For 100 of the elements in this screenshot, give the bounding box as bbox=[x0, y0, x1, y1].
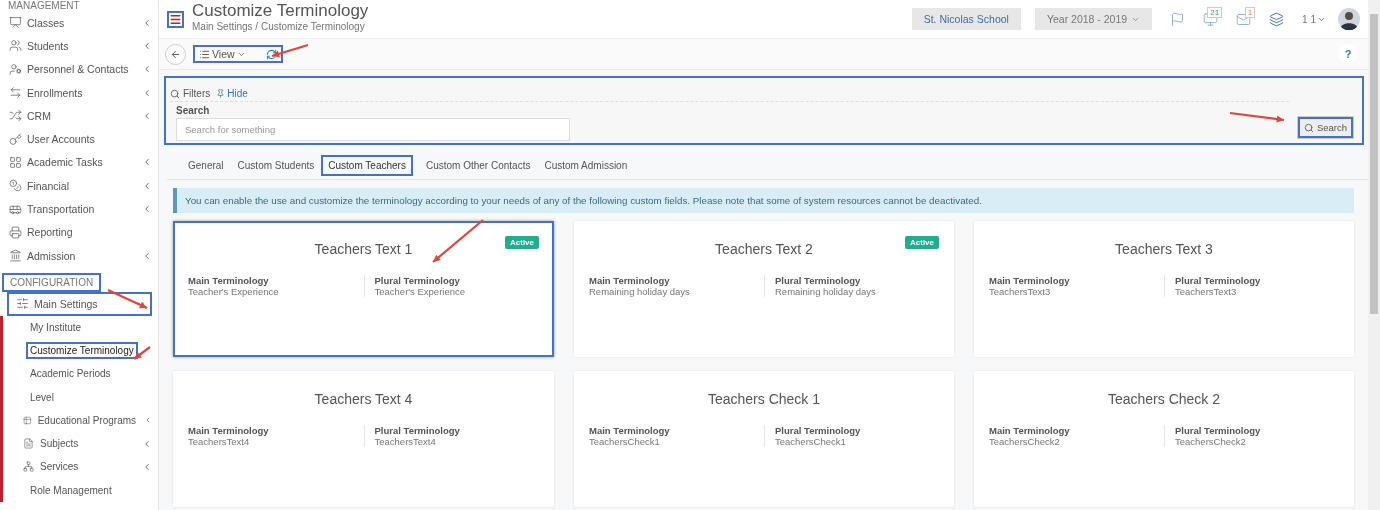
tab[interactable]: Custom Students bbox=[230, 155, 322, 176]
sidebar-item[interactable]: Classes bbox=[0, 11, 158, 35]
menu-item-icon bbox=[9, 39, 22, 53]
sidebar-item[interactable]: Financial bbox=[0, 174, 158, 198]
tab[interactable]: Custom Admission bbox=[537, 155, 635, 176]
menu-item-icon bbox=[9, 249, 22, 263]
menu-item-icon bbox=[9, 109, 22, 123]
sidebar-item[interactable]: Enrollments bbox=[0, 80, 158, 105]
sidebar-item[interactable]: Transportation bbox=[0, 197, 158, 221]
chevron-left-icon bbox=[142, 64, 152, 75]
sidebar-item[interactable]: CRM bbox=[0, 104, 158, 128]
section-title: MANAGEMENT bbox=[7, 0, 81, 11]
submenu-item[interactable]: Customize Terminology bbox=[26, 342, 138, 359]
list-icon bbox=[199, 48, 210, 60]
menu-item-icon bbox=[9, 225, 22, 239]
menu-item-icon bbox=[9, 179, 22, 193]
menu-item-icon bbox=[16, 297, 29, 311]
submenu-item[interactable]: Academic Periods bbox=[26, 365, 115, 383]
school-button[interactable]: St. Nicolas School bbox=[911, 8, 1021, 30]
chevron-left-icon bbox=[142, 180, 152, 191]
field-value: TeachersText3 bbox=[989, 286, 1052, 297]
sidebar-item[interactable]: Academic Tasks bbox=[0, 150, 158, 175]
terminology-card[interactable]: Teachers Text 1 Active Main Terminology Teacher's Experience Plural Terminology Teacher's Experience bbox=[173, 221, 554, 357]
field-label: Main Terminology bbox=[989, 425, 1071, 436]
arrow-annotation bbox=[1229, 111, 1285, 123]
sidebar-item[interactable]: User Accounts bbox=[0, 127, 158, 151]
terminology-card[interactable]: Teachers Text 3 Main Terminology TeachersText3 Plural Terminology TeachersText3 bbox=[974, 221, 1354, 357]
arrow-annotation bbox=[432, 219, 484, 263]
chevron-left-icon bbox=[142, 110, 152, 121]
terminology-card[interactable]: Teachers Text 2 Active Main Terminology Remaining holiday days Plural Terminology Remaining holiday days bbox=[574, 221, 954, 357]
field-value: Teacher's Experience bbox=[188, 286, 280, 297]
card-title: Teachers Text 4 bbox=[314, 391, 413, 407]
submenu-item[interactable]: Role Management bbox=[26, 481, 116, 499]
breadcrumb: Main Settings / Customize Terminology bbox=[192, 20, 366, 32]
sidebar-item[interactable]: Students bbox=[0, 34, 158, 58]
field-value: Teacher's Experience bbox=[374, 286, 467, 297]
field-label: Plural Terminology bbox=[1175, 275, 1262, 286]
menu-item-icon bbox=[9, 132, 22, 146]
terminology-card[interactable]: Teachers Check 2 Main Terminology TeachersCheck2 Plural Terminology TeachersCheck2 bbox=[974, 371, 1354, 507]
user-menu[interactable]: 1 1 bbox=[1302, 13, 1326, 25]
card-title: Teachers Check 1 bbox=[707, 391, 821, 407]
sidebar-item[interactable]: Admission bbox=[0, 243, 158, 268]
field-label: Main Terminology bbox=[188, 425, 270, 436]
tab[interactable]: Custom Teachers bbox=[321, 155, 413, 176]
pin-icon bbox=[216, 89, 226, 98]
status-badge: Active bbox=[505, 236, 539, 249]
menu-item-icon bbox=[9, 62, 22, 76]
arrow-annotation bbox=[107, 289, 148, 309]
info-message: You can enable the use and customize the terminology according to your needs of any of the following custom fields. Please note that some of system resources cannot be deactivated. bbox=[173, 188, 1354, 213]
menu-item-icon bbox=[9, 86, 22, 100]
chevron-left-icon bbox=[142, 40, 152, 51]
field-label: Main Terminology bbox=[188, 275, 270, 286]
field-value: TeachersCheck1 bbox=[589, 436, 661, 447]
view-button[interactable]: View bbox=[199, 48, 246, 60]
sidebar-item[interactable]: Main Settings bbox=[7, 292, 152, 316]
search-field[interactable]: Search for something bbox=[176, 118, 570, 141]
field-label: Plural Terminology bbox=[775, 275, 862, 286]
chevron-left-icon bbox=[142, 157, 152, 168]
terminology-card[interactable]: Teachers Text 4 Main Terminology TeachersText4 Plural Terminology TeachersText4 bbox=[173, 371, 554, 507]
menu-button[interactable] bbox=[167, 10, 184, 28]
submenu-item[interactable]: Services bbox=[36, 458, 83, 476]
field-label: Plural Terminology bbox=[374, 275, 461, 286]
layers-icon[interactable] bbox=[1269, 11, 1285, 27]
submenu-item[interactable]: Subjects bbox=[36, 435, 83, 453]
field-label: Main Terminology bbox=[589, 275, 671, 286]
card-title: Teachers Text 3 bbox=[1115, 241, 1213, 257]
sidebar-item[interactable]: Personnel & Contacts bbox=[0, 57, 158, 81]
field-value: TeachersCheck2 bbox=[989, 436, 1061, 447]
section-title: CONFIGURATION bbox=[2, 273, 102, 293]
submenu-item[interactable]: Educational Programs bbox=[33, 411, 141, 429]
tab[interactable]: General bbox=[181, 155, 231, 176]
chevron-left-icon bbox=[142, 462, 152, 472]
submenu-item-icon bbox=[23, 461, 34, 473]
card-title: Teachers Check 2 bbox=[1107, 391, 1221, 407]
arrow-annotation bbox=[133, 346, 151, 360]
search-button[interactable]: Search bbox=[1296, 116, 1354, 139]
avatar[interactable] bbox=[1338, 8, 1360, 30]
card-title: Teachers Text 1 bbox=[314, 241, 413, 257]
field-value: TeachersText4 bbox=[374, 436, 437, 447]
hide-link[interactable]: Hide bbox=[216, 88, 248, 99]
menu-item-icon bbox=[9, 16, 22, 30]
help-button[interactable]: ? bbox=[1338, 44, 1358, 64]
message-count: 1 bbox=[1244, 6, 1256, 18]
submenu-item[interactable]: Level bbox=[26, 388, 58, 406]
submenu-item[interactable]: My Institute bbox=[26, 318, 86, 336]
chevron-left-icon bbox=[142, 17, 152, 28]
field-label: Main Terminology bbox=[589, 425, 671, 436]
year-dropdown[interactable]: Year 2018 - 2019 bbox=[1034, 8, 1153, 30]
flag-icon[interactable] bbox=[1170, 11, 1186, 27]
scrollbar[interactable] bbox=[1368, 0, 1380, 510]
arrow-left-icon bbox=[170, 48, 181, 60]
sidebar-item[interactable]: Reporting bbox=[0, 220, 158, 244]
search-icon bbox=[1303, 122, 1314, 133]
chevron-left-icon bbox=[142, 250, 152, 261]
back-button[interactable] bbox=[165, 43, 186, 65]
field-label: Search bbox=[176, 105, 211, 116]
refresh-icon[interactable] bbox=[265, 48, 277, 60]
menu-item-icon bbox=[9, 155, 22, 169]
terminology-card[interactable]: Teachers Check 1 Main Terminology TeachersCheck1 Plural Terminology TeachersCheck1 bbox=[574, 371, 954, 507]
tab[interactable]: Custom Other Contacts bbox=[418, 155, 538, 176]
